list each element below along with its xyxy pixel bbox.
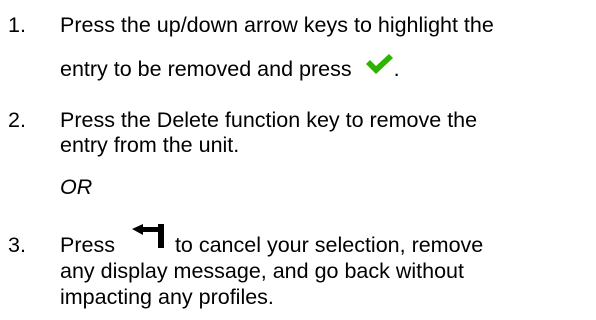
step-3-line-1: Press to cancel your selection, remove [60, 224, 484, 258]
checkmark-icon [364, 53, 394, 81]
back-arrow-icon [131, 224, 165, 254]
step-1-line-2-text: entry to be removed and press [60, 57, 352, 81]
step-1-number: 1. [8, 13, 26, 37]
step-3-line-3: impacting any profiles. [60, 285, 274, 309]
or-label: OR [60, 175, 93, 199]
document-page: { "steps": [ { "number": "1.", "line1": … [0, 0, 596, 320]
step-1-line-1: Press the up/down arrow keys to highligh… [60, 13, 494, 37]
step-3-number: 3. [8, 233, 26, 257]
step-1-line-2-period: . [393, 57, 400, 81]
step-3-line-2: any display message, and go back without [60, 259, 464, 283]
step-2-number: 2. [8, 108, 26, 132]
step-1-line-2: entry to be removed and press . [60, 53, 400, 82]
step-2-line-2: entry from the unit. [60, 133, 240, 157]
step-3-line-1-rest: to cancel your selection, remove [174, 233, 484, 257]
step-3-line-1-press: Press [60, 233, 115, 257]
step-2-line-1: Press the Delete function key to remove … [60, 108, 478, 132]
